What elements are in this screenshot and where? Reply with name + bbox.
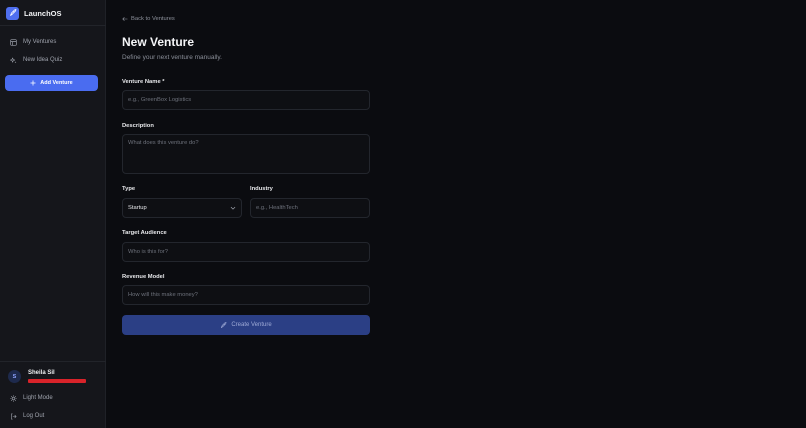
- revenue-model-label: Revenue Model: [122, 274, 165, 280]
- sidebar-divider: [0, 25, 106, 26]
- main-content: Back to Ventures New Venture Define your…: [106, 0, 806, 428]
- industry-input[interactable]: e.g., HealthTech: [250, 198, 370, 218]
- sparkles-icon: [10, 57, 17, 63]
- type-label: Type: [122, 186, 136, 192]
- venture-name-input[interactable]: e.g., GreenBox Logistics: [122, 90, 370, 110]
- user-name: Sheila Sil: [28, 370, 55, 376]
- arrow-left-icon: [122, 17, 128, 21]
- revenue-model-placeholder: How will this make money?: [128, 292, 198, 298]
- add-venture-label: Add Venture: [40, 80, 73, 86]
- user-email-redaction: [28, 379, 86, 383]
- type-value: Startup: [128, 205, 147, 211]
- target-audience-placeholder: Who is this for?: [128, 249, 168, 255]
- page-title: New Venture: [122, 35, 195, 49]
- revenue-model-input[interactable]: How will this make money?: [122, 285, 370, 305]
- sidebar-item-my-ventures[interactable]: My Ventures: [10, 36, 56, 48]
- create-venture-label: Create Venture: [231, 322, 272, 328]
- description-label: Description: [122, 123, 154, 129]
- back-to-ventures-link[interactable]: Back to Ventures: [122, 16, 175, 22]
- create-venture-button[interactable]: Create Venture: [122, 315, 370, 335]
- target-audience-label: Target Audience: [122, 230, 167, 236]
- logout-label: Log Out: [23, 413, 45, 419]
- rocket-icon: [6, 6, 19, 20]
- description-placeholder: What does this venture do?: [128, 140, 199, 146]
- light-mode-toggle[interactable]: Light Mode: [10, 392, 53, 404]
- light-mode-label: Light Mode: [23, 395, 53, 401]
- add-venture-button[interactable]: Add Venture: [5, 75, 98, 91]
- chevron-down-icon: [230, 206, 236, 210]
- page-subtitle: Define your next venture manually.: [122, 54, 222, 61]
- sidebar: LaunchOS My Ventures New Idea Quiz Add V…: [0, 0, 106, 428]
- logout-button[interactable]: Log Out: [10, 410, 44, 422]
- plus-icon: [30, 80, 36, 86]
- venture-name-label: Venture Name *: [122, 79, 165, 85]
- industry-label: Industry: [250, 186, 273, 192]
- target-audience-input[interactable]: Who is this for?: [122, 242, 370, 262]
- brand[interactable]: LaunchOS: [6, 6, 62, 20]
- app-name: LaunchOS: [24, 8, 62, 18]
- sidebar-item-label: New Idea Quiz: [23, 57, 63, 63]
- grid-icon: [10, 38, 17, 46]
- rocket-icon: [221, 321, 227, 328]
- user-divider: [0, 361, 106, 362]
- back-label: Back to Ventures: [131, 16, 175, 22]
- industry-placeholder: e.g., HealthTech: [256, 205, 298, 211]
- sidebar-item-label: My Ventures: [23, 39, 57, 45]
- sidebar-item-new-idea-quiz[interactable]: New Idea Quiz: [10, 54, 62, 66]
- logout-icon: [11, 413, 17, 419]
- venture-name-placeholder: e.g., GreenBox Logistics: [128, 97, 192, 103]
- sun-icon: [10, 394, 17, 402]
- description-textarea[interactable]: What does this venture do?: [122, 134, 370, 174]
- type-select[interactable]: Startup: [122, 198, 242, 218]
- avatar[interactable]: S: [8, 370, 21, 383]
